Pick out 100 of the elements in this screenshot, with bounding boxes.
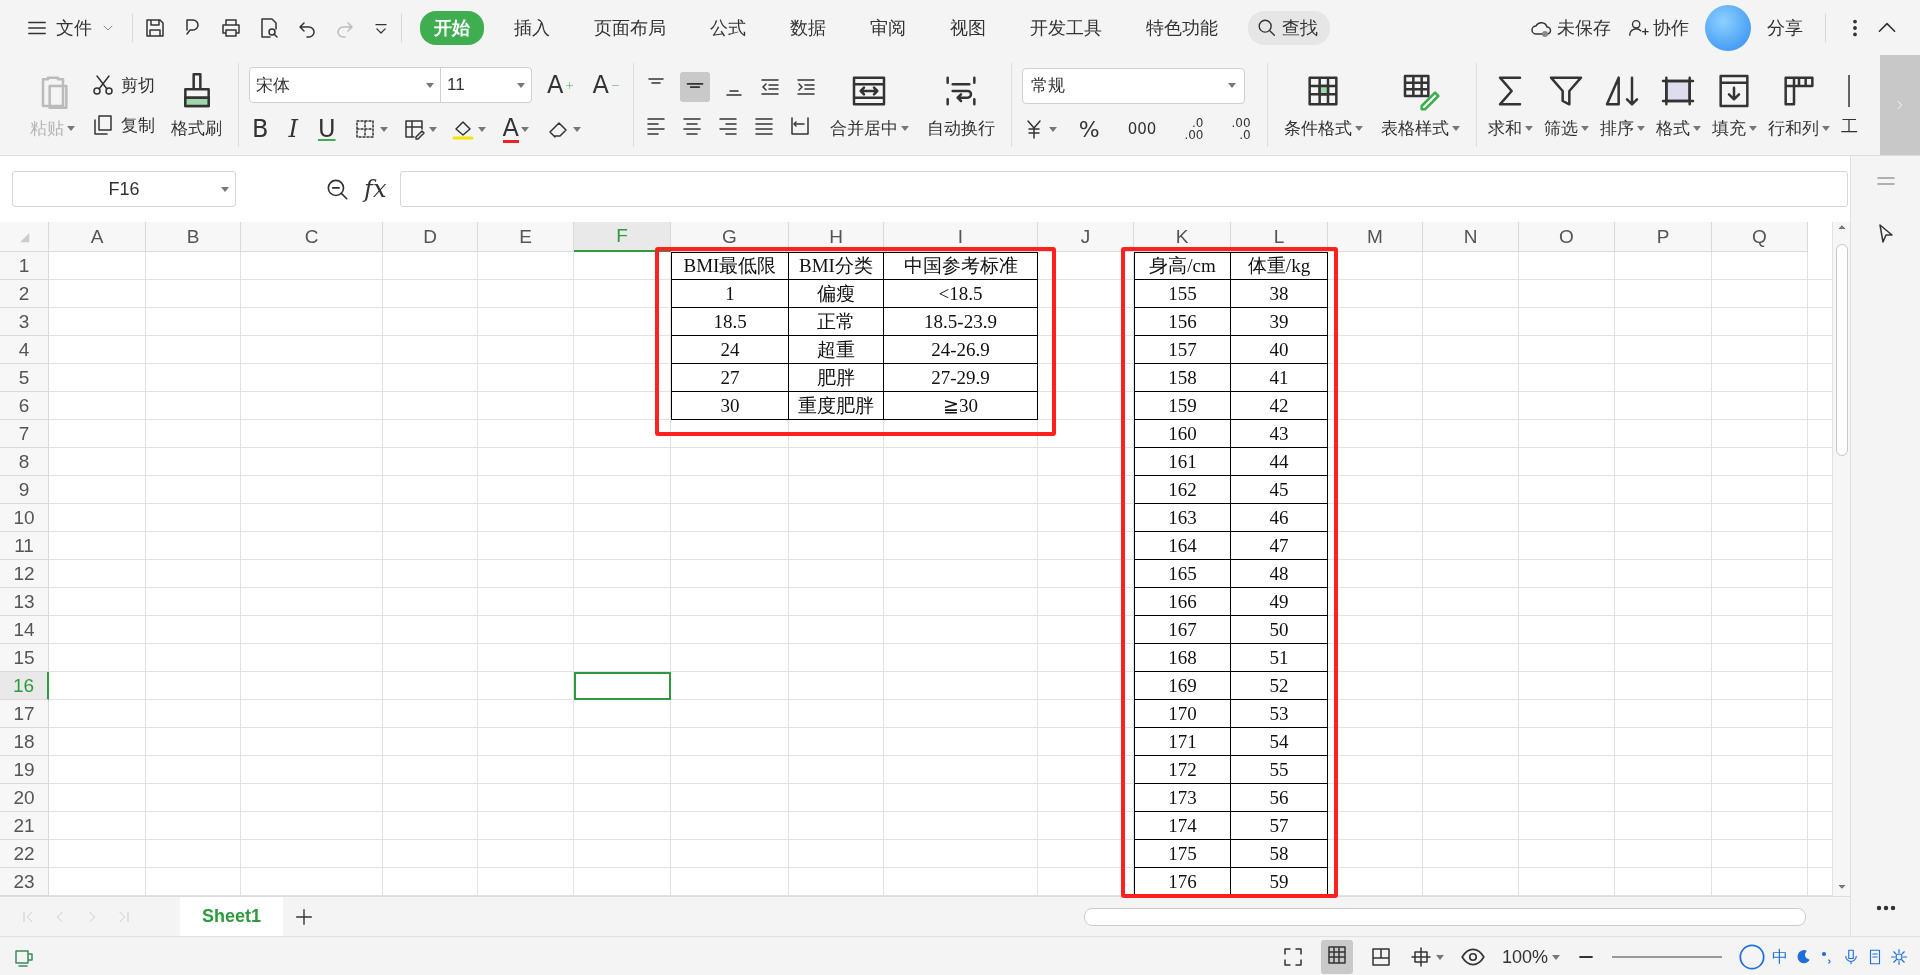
file-menu[interactable]: 文件 [20,11,122,44]
column-header[interactable]: E [478,222,574,253]
copy-icon [91,113,115,137]
row-header[interactable]: 5 [0,364,49,393]
table-style-button[interactable]: 表格样式 [1374,66,1466,144]
row-header[interactable]: 21 [0,812,49,841]
caret-icon [428,126,437,132]
copy-button[interactable]: 复制 [87,111,159,139]
ime-logo-icon[interactable] [1738,943,1766,971]
editing-button[interactable]: 工 [1839,68,1859,142]
row-header[interactable]: 12 [0,560,49,589]
shrink-font-button[interactable]: A [589,71,623,99]
merge-center-button[interactable]: 合并居中 [823,66,915,144]
row-header[interactable]: 22 [0,840,49,869]
editing-button[interactable]: 求和 [1486,66,1534,144]
table-cell: 重度肥胖 [789,392,884,421]
row-header[interactable]: 10 [0,504,49,533]
input-mode[interactable]: 中 [1772,946,1788,968]
row-header[interactable]: 15 [0,644,49,673]
bold-button[interactable]: B [249,115,272,143]
conditional-format-button[interactable]: 条件格式 [1277,66,1369,144]
row-header[interactable]: 6 [0,392,49,421]
grow-font-button[interactable]: A [544,71,578,99]
function-label[interactable]: fx [364,175,387,204]
row-header[interactable]: 20 [0,784,49,813]
horizontal-scrollbar[interactable] [1084,907,1806,926]
ribbon-tab[interactable]: 页面布局 [580,10,680,45]
column-header[interactable]: D [383,222,478,253]
italic-button[interactable]: I [285,115,301,143]
row-header[interactable]: 19 [0,756,49,785]
format-painter-button[interactable]: 格式刷 [165,66,228,144]
caret-icon [1354,125,1363,131]
ribbon-tab[interactable]: 插入 [500,10,564,45]
table-cell: 偏瘦 [789,280,884,309]
row-header[interactable]: 17 [0,700,49,729]
row-header[interactable]: 1 [0,252,49,281]
search-button[interactable]: 查找 [1248,10,1330,45]
column-header[interactable]: A [49,222,146,253]
table-cell: 173 [1134,784,1231,813]
column-header[interactable]: C [241,222,383,253]
caret-icon [572,126,581,132]
ribbon-tab[interactable]: 视图 [936,10,1000,45]
collaborate-button[interactable]: 协作 [1623,13,1693,42]
zoom-level[interactable]: 100% [1501,946,1560,968]
column-header[interactable]: B [146,222,241,253]
share-button[interactable]: 分享 [1763,13,1807,42]
row-header[interactable]: 7 [0,420,49,449]
row-header[interactable]: 11 [0,532,49,561]
reading-view-icon[interactable] [1408,945,1433,969]
row-header[interactable]: 3 [0,308,49,337]
row-header[interactable]: 8 [0,448,49,477]
row-header[interactable]: 9 [0,476,49,505]
editing-button[interactable]: 排序 [1598,66,1646,144]
formula-input[interactable] [400,171,1848,208]
moon-icon[interactable] [1794,948,1812,966]
column-header[interactable]: J [1038,222,1134,253]
row-header[interactable]: 18 [0,728,49,757]
row-header[interactable]: 4 [0,336,49,365]
caret-icon [900,125,909,131]
scrollbar-thumb[interactable] [1835,244,1848,457]
table-cell: 164 [1134,532,1231,561]
editing-button[interactable]: 筛选 [1542,66,1590,144]
column-header[interactable]: M [1328,222,1423,253]
column-header[interactable]: O [1519,222,1615,253]
font-color-button[interactable]: A [499,115,532,143]
row-header[interactable]: 23 [0,868,49,897]
save-status-button[interactable]: 未保存 [1525,13,1615,42]
thousands-button[interactable]: 000 [1121,119,1163,139]
microphone-icon[interactable] [1842,948,1860,966]
table-cell: 167 [1134,616,1231,645]
wrap-text-button[interactable]: 自动换行 [920,66,1001,144]
active-cell[interactable] [574,672,671,701]
row-header[interactable]: 14 [0,616,49,645]
caret-icon [1227,83,1236,88]
name-box[interactable]: F16 [12,171,236,208]
add-decimal-button[interactable]: .0 .00 [1178,116,1210,142]
ribbon-tab[interactable]: 特色功能 [1132,10,1232,45]
ribbon-tab[interactable]: 公式 [696,10,760,45]
vertical-scrollbar[interactable] [1832,222,1850,897]
ribbon-tab[interactable]: 数据 [776,10,840,45]
remove-decimal-button[interactable]: .00 .0 [1225,116,1257,142]
ribbon-tab[interactable]: 开发工具 [1016,10,1116,45]
column-header[interactable]: P [1615,222,1712,253]
row-header[interactable]: 2 [0,280,49,309]
settings-icon[interactable] [1890,948,1908,966]
sheet-tab[interactable]: Sheet1 [180,897,284,936]
table-cell: 54 [1231,728,1328,757]
percent-button[interactable]: % [1072,115,1106,143]
editing-button[interactable]: 行和列 [1766,66,1831,144]
table-cell: 157 [1134,336,1231,365]
table-cell: 中国参考标准 [884,252,1038,281]
number-format-field[interactable]: 常规 [1021,67,1245,104]
underline-button[interactable]: U [314,115,339,143]
row-header[interactable]: 13 [0,588,49,617]
cut-button[interactable]: 剪切 [87,71,159,99]
column-header[interactable]: Q [1712,222,1808,253]
column-header[interactable]: N [1423,222,1519,253]
editing-button[interactable]: 填充 [1710,66,1758,144]
ribbon-tab[interactable]: 审阅 [856,10,920,45]
editing-button[interactable]: 格式 [1654,66,1702,144]
